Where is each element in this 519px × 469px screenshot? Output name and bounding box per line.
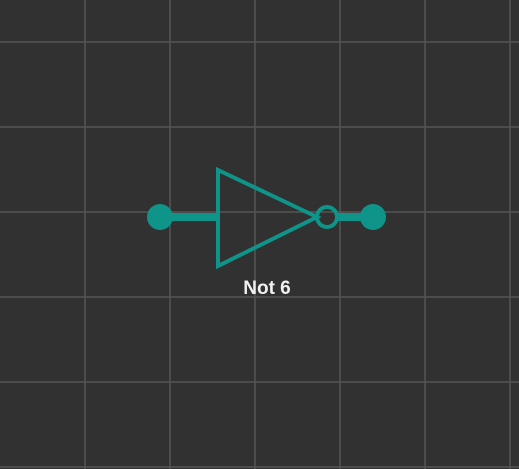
output-pin [360,204,386,230]
component-label: Not 6 [243,278,291,299]
not-gate[interactable] [0,0,519,469]
circuit-canvas[interactable]: Not 6 [0,0,519,469]
input-pin [147,204,173,230]
gate-body [216,166,322,270]
